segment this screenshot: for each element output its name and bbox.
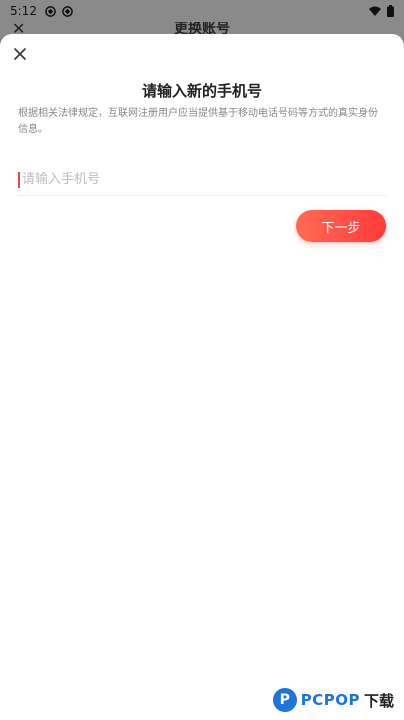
- close-icon: [14, 48, 26, 60]
- status-left-icons: [45, 5, 73, 17]
- sheet-title: 请输入新的手机号: [141, 82, 262, 100]
- app-icon: [45, 5, 56, 17]
- status-bar: 5:12: [0, 0, 404, 22]
- watermark-logo: P: [272, 688, 297, 712]
- watermark-suffix: 下载: [363, 691, 394, 710]
- phone-input-container: [18, 164, 386, 196]
- next-button[interactable]: 下一步: [296, 210, 386, 242]
- phone-input[interactable]: [21, 172, 386, 187]
- background-page-title: 更换账号: [174, 22, 230, 34]
- close-button[interactable]: [10, 44, 30, 64]
- legal-notice: 根据相关法律规定，互联网注册用户应当提供基于移动电话号码等方式的真实身份信息。: [18, 108, 378, 135]
- text-caret: [18, 171, 20, 188]
- watermark: P PCPOP 下载: [272, 688, 394, 712]
- watermark-brand: PCPOP: [300, 691, 360, 709]
- change-phone-sheet: 请输入新的手机号 根据相关法律规定，互联网注册用户应当提供基于移动电话号码等方式…: [0, 34, 404, 720]
- app-icon: [62, 5, 73, 17]
- battery-icon: [387, 5, 394, 17]
- status-time: 5:12: [10, 4, 37, 18]
- wifi-icon: [369, 6, 381, 16]
- status-right-icons: [369, 5, 394, 17]
